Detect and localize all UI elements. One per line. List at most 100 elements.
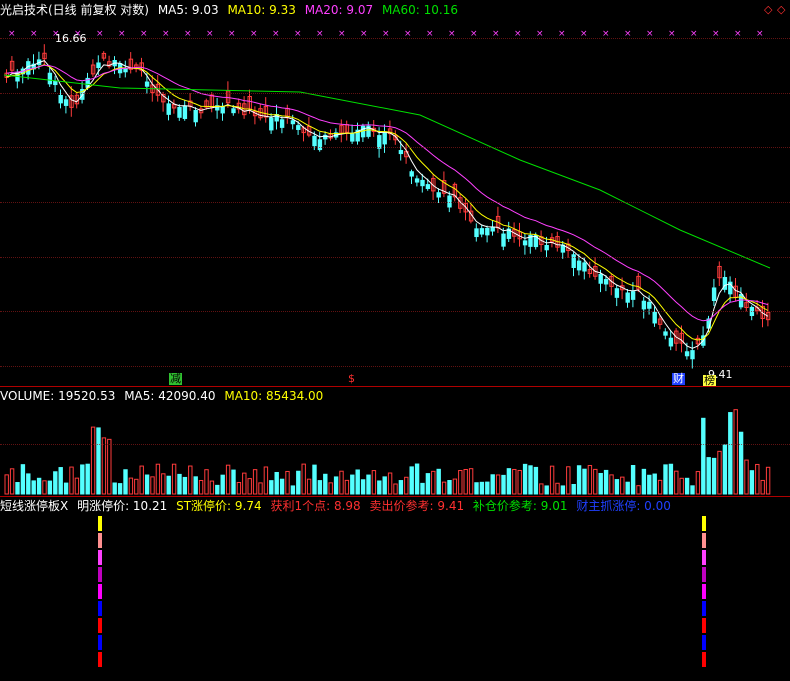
- grid-line: [0, 38, 790, 39]
- profit-one-point: 获利1个点: 8.98: [270, 499, 361, 513]
- indicator-column-block: [702, 652, 706, 667]
- diamond-outline-icon[interactable]: ◇: [764, 3, 772, 16]
- volume-bar: [128, 477, 134, 495]
- indicator-column-block: [702, 584, 706, 599]
- candle: [625, 292, 630, 303]
- volume-bar: [636, 485, 641, 495]
- volume-bar: [263, 466, 269, 495]
- volume-bar: [614, 479, 620, 495]
- volume-bar: [31, 480, 36, 495]
- volume-bar: [274, 471, 279, 495]
- indicator-column-block: [702, 533, 706, 548]
- marker-cai[interactable]: 财: [672, 373, 685, 385]
- kline-chart-canvas[interactable]: × × × × × × × × × × × × × × × × × × × × × × × × × × × × × × × × × × ×: [0, 0, 790, 681]
- add-position-reference: 补仓价参考: 9.01: [472, 499, 568, 513]
- volume-bar: [485, 481, 490, 495]
- volume-bar: [182, 476, 188, 495]
- volume-bar: [539, 483, 544, 495]
- volume-bar: [80, 464, 85, 495]
- volume-bar: [225, 464, 231, 495]
- candle: [144, 81, 150, 87]
- candle: [123, 68, 128, 73]
- candle: [641, 300, 647, 310]
- indicator-header: 短线涨停板X 明涨停价: 10.21 ST涨停价: 9.74 获利1个点: 8.…: [0, 498, 676, 514]
- volume-bar: [506, 468, 512, 495]
- volume-bar: [312, 464, 317, 495]
- volume-bar: [301, 463, 306, 495]
- volume-bar: [328, 482, 333, 495]
- volume-bar: [495, 474, 501, 495]
- volume-bar: [323, 473, 328, 495]
- volume-bar: [296, 470, 301, 495]
- volume-bar: [701, 417, 706, 495]
- volume-bar: [458, 470, 463, 495]
- candle: [576, 260, 582, 271]
- volume-bar: [69, 466, 74, 495]
- candle: [436, 192, 441, 198]
- candle: [166, 103, 171, 115]
- volume-bar: [749, 470, 755, 495]
- volume-bar: [177, 473, 182, 495]
- volume-bar: [26, 473, 31, 495]
- volume-bar: [350, 474, 355, 495]
- indicator-column-block: [702, 550, 706, 565]
- volume-bar: [652, 473, 657, 495]
- indicator-column-block: [702, 567, 706, 582]
- volume-bar: [620, 476, 625, 495]
- indicator-column-block: [702, 516, 706, 531]
- candle: [414, 178, 420, 183]
- volume-bar: [382, 476, 387, 495]
- volume-bar: [706, 457, 711, 495]
- volume-bar: [641, 468, 647, 495]
- volume-bar: [188, 465, 193, 495]
- volume-bar: [436, 468, 441, 495]
- volume-bar: [387, 472, 393, 495]
- candle: [425, 184, 431, 190]
- volume-bar: [53, 471, 58, 495]
- volume-bar: [425, 473, 431, 495]
- volume-bar: [107, 438, 112, 495]
- volume-bar: [231, 469, 236, 495]
- candle: [58, 94, 63, 104]
- volume-bar: [744, 459, 749, 495]
- volume-bar: [625, 481, 630, 495]
- candle: [63, 99, 69, 106]
- volume-bar: [684, 477, 690, 495]
- volume-bar: [609, 474, 614, 495]
- candle: [652, 311, 657, 324]
- candle: [420, 179, 425, 187]
- indicator-column-block: [98, 635, 102, 650]
- grid-line: [0, 444, 790, 445]
- volume-bar: [582, 468, 587, 495]
- diamond-outline-icon[interactable]: ◇: [777, 3, 785, 16]
- candle: [177, 107, 182, 118]
- volume-bar: [468, 468, 474, 495]
- volume-bar: [317, 480, 323, 495]
- volume-bar: [204, 469, 209, 495]
- volume-bar: [242, 472, 247, 495]
- volume-bar: [479, 481, 485, 495]
- indicator-column-block: [702, 601, 706, 616]
- indicator-column-block: [98, 516, 102, 531]
- marker-jian[interactable]: 减: [169, 373, 182, 385]
- volume-bar: [101, 437, 107, 495]
- marker-dollar[interactable]: $: [348, 373, 355, 385]
- volume-bar: [150, 476, 155, 495]
- candle: [350, 133, 355, 142]
- grid-line: [0, 93, 790, 94]
- stock-title: 光启技术(日线 前复权 对数): [0, 3, 149, 17]
- volume-bar: [533, 466, 539, 495]
- volume-bar: [47, 480, 53, 495]
- indicator-column-block: [702, 635, 706, 650]
- candle: [598, 273, 603, 284]
- volume-bar: [679, 477, 684, 495]
- volume-bar: [409, 466, 414, 495]
- volume-bar: [441, 481, 447, 495]
- ma20-line: [6, 64, 769, 322]
- volume-header: VOLUME: 19520.53 MA5: 42090.40 MA10: 854…: [0, 388, 328, 404]
- panel-separator: [0, 386, 790, 387]
- candle: [582, 262, 587, 272]
- grid-line: [0, 257, 790, 258]
- volume-bar: [695, 471, 701, 495]
- volume-bar: [193, 476, 198, 495]
